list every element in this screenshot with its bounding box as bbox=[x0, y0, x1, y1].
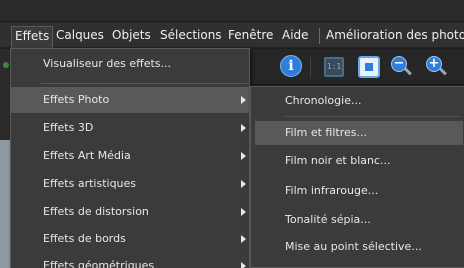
info-icon: i bbox=[280, 55, 302, 77]
menu-item-label: Visualiseur des effets... bbox=[43, 57, 172, 70]
zoom-in-button[interactable]: + bbox=[425, 55, 447, 77]
menu-item-effets-de-distorsion[interactable]: Effets de distorsion bbox=[11, 199, 249, 225]
menu-bar: Effets Calques Objets Sélections Fenêtre… bbox=[0, 22, 464, 48]
menu-item-label: Effets de bords bbox=[43, 232, 126, 245]
submenu-arrow-icon bbox=[241, 262, 246, 268]
menu-item-visualiseur-des-effets[interactable]: Visualiseur des effets... bbox=[11, 50, 249, 78]
submenu-arrow-icon bbox=[241, 152, 246, 160]
menu-item-effets-3d[interactable]: Effets 3D bbox=[11, 115, 249, 141]
submenu-item-label: Film infrarouge... bbox=[285, 184, 379, 197]
submenu-arrow-icon bbox=[241, 124, 246, 132]
submenu-item-film-et-filtres[interactable]: Film et filtres... bbox=[255, 121, 463, 145]
fit-to-window-button[interactable] bbox=[357, 55, 381, 79]
submenu-item-label: Film et filtres... bbox=[285, 126, 367, 139]
actual-size-icon: 1:1 bbox=[324, 57, 344, 77]
menu-item-label: Effets artistiques bbox=[43, 177, 137, 190]
menu-amelioration-des-photos[interactable]: Amélioration des photos bbox=[324, 27, 464, 45]
menu-objets[interactable]: Objets bbox=[110, 27, 153, 45]
submenu-arrow-icon bbox=[241, 235, 246, 243]
submenu-arrow-icon bbox=[241, 96, 246, 104]
fit-to-window-icon bbox=[358, 56, 380, 78]
submenu-item-label: Film noir et blanc... bbox=[285, 154, 391, 167]
menu-separator bbox=[41, 83, 247, 84]
submenu-separator bbox=[285, 116, 461, 117]
zoom-out-handle bbox=[404, 67, 412, 76]
zoom-in-handle bbox=[439, 67, 447, 76]
menu-item-label: Effets 3D bbox=[43, 121, 94, 134]
menu-item-effets-art-media[interactable]: Effets Art Média bbox=[11, 143, 249, 169]
menu-item-label: Effets géométriques bbox=[43, 259, 155, 268]
submenu-item-film-noir-et-blanc[interactable]: Film noir et blanc... bbox=[255, 149, 463, 173]
menu-item-effets-de-bords[interactable]: Effets de bords bbox=[11, 226, 249, 252]
menu-item-effets-geometriques[interactable]: Effets géométriques bbox=[11, 253, 249, 268]
actual-size-button[interactable]: 1:1 bbox=[322, 55, 346, 79]
menu-separator bbox=[319, 28, 320, 44]
submenu-item-tonalite-sepia[interactable]: Tonalité sépia... bbox=[255, 208, 463, 232]
menu-effets[interactable]: Effets bbox=[11, 26, 54, 48]
submenu-arrow-icon bbox=[241, 180, 246, 188]
menu-item-label: Effets de distorsion bbox=[43, 205, 149, 218]
menu-item-effets-photo[interactable]: Effets Photo bbox=[11, 87, 249, 113]
submenu-item-chronologie[interactable]: Chronologie... bbox=[255, 89, 463, 113]
title-bar bbox=[0, 0, 464, 22]
submenu-arrow-icon bbox=[241, 208, 246, 216]
menu-selections[interactable]: Sélections bbox=[158, 27, 224, 45]
photo-effects-submenu: Chronologie... Film et filtres... Film n… bbox=[250, 86, 464, 268]
menu-item-effets-artistiques[interactable]: Effets artistiques bbox=[11, 171, 249, 197]
submenu-item-label: Tonalité sépia... bbox=[285, 213, 371, 226]
menu-calques[interactable]: Calques bbox=[54, 27, 106, 45]
pin-icon bbox=[3, 62, 9, 68]
menu-item-label: Effets Art Média bbox=[43, 149, 131, 162]
zoom-out-button[interactable]: − bbox=[390, 55, 412, 77]
menu-item-label: Effets Photo bbox=[43, 93, 110, 106]
submenu-item-film-infrarouge[interactable]: Film infrarouge... bbox=[255, 179, 463, 203]
menu-fenetre[interactable]: Fenêtre bbox=[226, 27, 275, 45]
info-button[interactable]: i bbox=[280, 55, 304, 79]
canvas-edge bbox=[0, 140, 10, 268]
menu-aide[interactable]: Aide bbox=[280, 27, 311, 45]
submenu-item-mise-au-point-selective[interactable]: Mise au point sélective... bbox=[255, 235, 463, 259]
effects-dropdown-menu: Visualiseur des effets... Effets Photo E… bbox=[10, 48, 250, 268]
toolbar-divider bbox=[310, 57, 311, 77]
submenu-item-label: Chronologie... bbox=[285, 94, 362, 107]
submenu-item-label: Mise au point sélective... bbox=[285, 240, 422, 253]
